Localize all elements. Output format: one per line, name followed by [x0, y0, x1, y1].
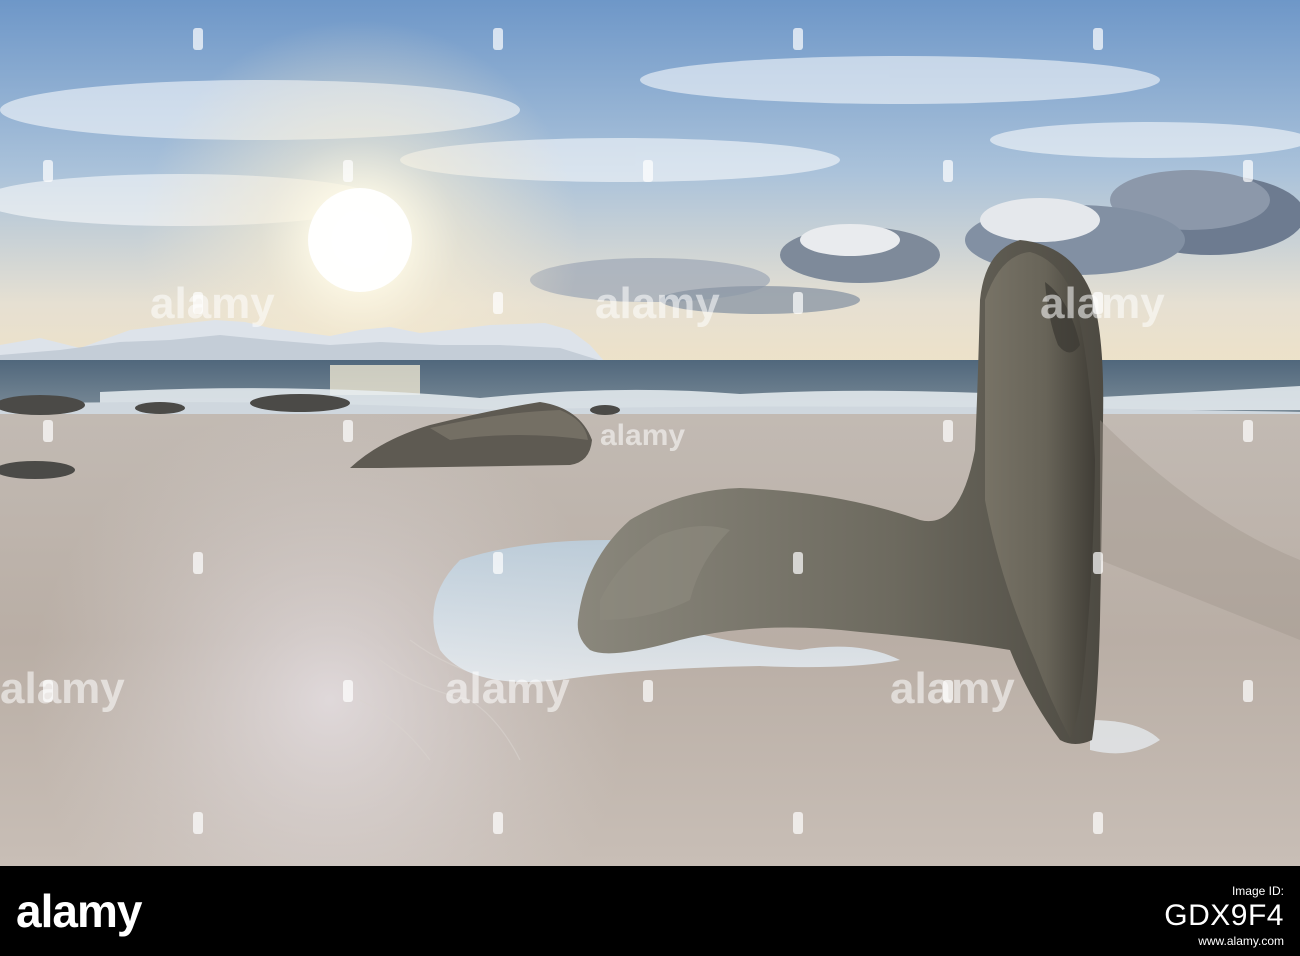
- image-id-label: Image ID:: [1231, 884, 1284, 898]
- alamy-logo[interactable]: alamy: [16, 885, 142, 937]
- watermark-text: alamy: [150, 279, 275, 328]
- watermark-text: alamy: [0, 664, 125, 713]
- brand-name: alamy: [16, 885, 142, 937]
- footer-bar: alamy Image ID: GDX9F4 www.alamy.com: [0, 866, 1300, 956]
- image-info: Image ID: GDX9F4 www.alamy.com: [1164, 884, 1284, 948]
- beach-sunset-photo: alamy alamy alamy alamy alamy alamy alam…: [0, 0, 1300, 866]
- site-url[interactable]: www.alamy.com: [1164, 934, 1284, 948]
- watermark-text: alamy: [595, 279, 720, 328]
- watermark-text: alamy: [445, 664, 570, 713]
- stock-photo-frame: alamy alamy alamy alamy alamy alamy alam…: [0, 0, 1300, 956]
- image-id: GDX9F4: [1164, 899, 1284, 932]
- watermark-text: alamy: [600, 419, 685, 452]
